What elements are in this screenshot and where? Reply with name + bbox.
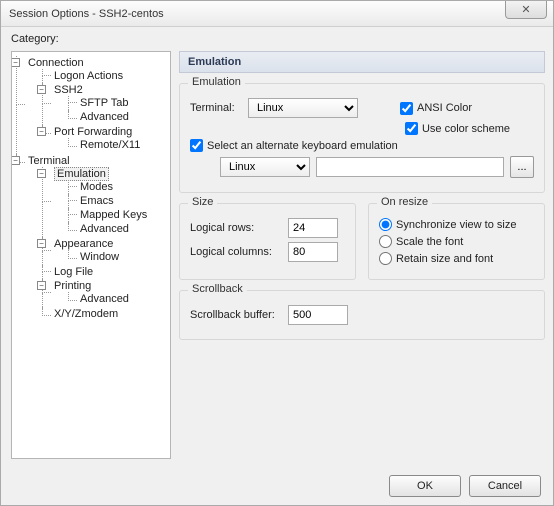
- tree-mapped-keys[interactable]: Mapped Keys: [68, 208, 168, 222]
- logical-rows-input[interactable]: [288, 218, 338, 238]
- retain-size-label: Retain size and font: [396, 253, 493, 265]
- window-title: Session Options - SSH2-centos: [9, 8, 164, 20]
- ansi-color-label: ANSI Color: [417, 102, 472, 114]
- sync-view-label: Synchronize view to size: [396, 219, 516, 231]
- collapse-icon[interactable]: −: [11, 156, 20, 165]
- tree-emu-advanced[interactable]: Advanced: [68, 222, 168, 236]
- terminal-label: Terminal:: [190, 102, 242, 114]
- category-tree[interactable]: − Connection Logon Actions − SSH2 SFTP T…: [11, 51, 171, 459]
- retain-size-input[interactable]: [379, 252, 392, 265]
- scrollback-group: Scrollback Scrollback buffer:: [179, 290, 545, 340]
- ansi-color-checkbox[interactable]: ANSI Color: [400, 102, 472, 115]
- group-title: Scrollback: [188, 283, 247, 295]
- tree-logon-actions[interactable]: Logon Actions: [42, 69, 168, 83]
- tree-label: X/Y/Zmodem: [54, 308, 118, 320]
- tree-ssh2[interactable]: − SSH2 SFTP Tab Advanced: [42, 83, 168, 125]
- tree-label: Printing: [54, 280, 91, 292]
- use-color-scheme-input[interactable]: [405, 122, 418, 135]
- tree-label: SFTP Tab: [80, 97, 129, 109]
- cancel-label: Cancel: [488, 480, 522, 492]
- tree-label: Appearance: [54, 238, 113, 250]
- on-resize-group: On resize Synchronize view to size Scale…: [368, 203, 545, 280]
- tree-label: Log File: [54, 266, 93, 278]
- logical-columns-input[interactable]: [288, 242, 338, 262]
- tree-log-file[interactable]: Log File: [42, 265, 168, 279]
- sync-view-radio[interactable]: Synchronize view to size: [379, 218, 516, 231]
- emulation-group: Emulation Terminal: Linux ANSI Color: [179, 83, 545, 193]
- ok-button[interactable]: OK: [389, 475, 461, 497]
- logical-columns-label: Logical columns:: [190, 246, 282, 258]
- browse-button[interactable]: ...: [510, 156, 534, 178]
- tree-emulation[interactable]: − Emulation Modes Emacs Mapped Keys Adva…: [42, 167, 168, 237]
- ok-label: OK: [417, 480, 433, 492]
- collapse-icon[interactable]: −: [37, 169, 46, 178]
- collapse-icon[interactable]: −: [37, 239, 46, 248]
- ellipsis-icon: ...: [517, 161, 526, 173]
- tree-remote-x11[interactable]: Remote/X11: [68, 138, 168, 152]
- cancel-button[interactable]: Cancel: [469, 475, 541, 497]
- retain-size-radio[interactable]: Retain size and font: [379, 252, 493, 265]
- tree-appearance[interactable]: − Appearance Window: [42, 237, 168, 265]
- tree-printing[interactable]: − Printing Advanced: [42, 279, 168, 307]
- terminal-select[interactable]: Linux: [248, 98, 358, 118]
- scrollback-buffer-label: Scrollback buffer:: [190, 309, 282, 321]
- collapse-icon[interactable]: −: [11, 58, 20, 67]
- tree-label: Advanced: [80, 111, 129, 123]
- use-color-scheme-label: Use color scheme: [422, 123, 510, 135]
- tree-connection[interactable]: − Connection Logon Actions − SSH2 SFTP T…: [16, 56, 168, 154]
- tree-label: Port Forwarding: [54, 126, 132, 138]
- collapse-icon[interactable]: −: [37, 85, 46, 94]
- session-options-dialog: Session Options - SSH2-centos ✕ Category…: [0, 0, 554, 506]
- logical-rows-label: Logical rows:: [190, 222, 282, 234]
- close-button[interactable]: ✕: [505, 1, 547, 19]
- use-color-scheme-checkbox[interactable]: Use color scheme: [405, 122, 510, 135]
- group-title: Emulation: [188, 76, 245, 88]
- sync-view-input[interactable]: [379, 218, 392, 231]
- tree-label: Terminal: [28, 155, 70, 167]
- panel-heading: Emulation: [179, 51, 545, 73]
- tree-terminal[interactable]: − Terminal − Emulation Modes Emacs Mappe…: [16, 154, 168, 322]
- tree-print-advanced[interactable]: Advanced: [68, 292, 168, 306]
- alt-keyboard-select[interactable]: Linux: [220, 157, 310, 177]
- tree-label: Connection: [28, 57, 84, 69]
- dialog-footer: OK Cancel: [389, 475, 541, 497]
- category-label: Category:: [11, 33, 545, 45]
- tree-label: Mapped Keys: [80, 209, 147, 221]
- tree-window[interactable]: Window: [68, 250, 168, 264]
- scale-font-label: Scale the font: [396, 236, 463, 248]
- alt-keyboard-label: Select an alternate keyboard emulation: [207, 140, 398, 152]
- titlebar: Session Options - SSH2-centos ✕: [1, 1, 553, 27]
- alt-keyboard-checkbox[interactable]: Select an alternate keyboard emulation: [190, 139, 398, 152]
- tree-xyzmodem[interactable]: X/Y/Zmodem: [42, 307, 168, 321]
- group-title: Size: [188, 196, 217, 208]
- scale-font-input[interactable]: [379, 235, 392, 248]
- scale-font-radio[interactable]: Scale the font: [379, 235, 463, 248]
- tree-label-selected: Emulation: [54, 167, 109, 181]
- tree-label: Remote/X11: [80, 139, 140, 151]
- scrollback-buffer-input[interactable]: [288, 305, 348, 325]
- alt-keyboard-path-input[interactable]: [316, 157, 504, 177]
- collapse-icon[interactable]: −: [37, 281, 46, 290]
- tree-port-forwarding[interactable]: − Port Forwarding Remote/X11: [42, 125, 168, 153]
- size-group: Size Logical rows: Logical columns:: [179, 203, 356, 280]
- ansi-color-input[interactable]: [400, 102, 413, 115]
- tree-modes[interactable]: Modes: [68, 180, 168, 194]
- tree-ssh2-advanced[interactable]: Advanced: [68, 110, 168, 124]
- tree-label: Advanced: [80, 223, 129, 235]
- tree-label: Advanced: [80, 293, 129, 305]
- close-icon: ✕: [521, 3, 530, 16]
- collapse-icon[interactable]: −: [37, 127, 46, 136]
- tree-label: Logon Actions: [54, 70, 123, 82]
- settings-panel: Emulation Emulation Terminal: Linux ANSI…: [179, 51, 545, 459]
- alt-keyboard-input[interactable]: [190, 139, 203, 152]
- tree-label: Modes: [80, 181, 113, 193]
- tree-emacs[interactable]: Emacs: [68, 194, 168, 208]
- tree-sftp-tab[interactable]: SFTP Tab: [68, 96, 168, 110]
- group-title: On resize: [377, 196, 432, 208]
- tree-label: Window: [80, 251, 119, 263]
- tree-label: Emacs: [80, 195, 114, 207]
- tree-label: SSH2: [54, 84, 83, 96]
- dialog-body: Category: − Connection Logon Actions − S…: [9, 31, 545, 459]
